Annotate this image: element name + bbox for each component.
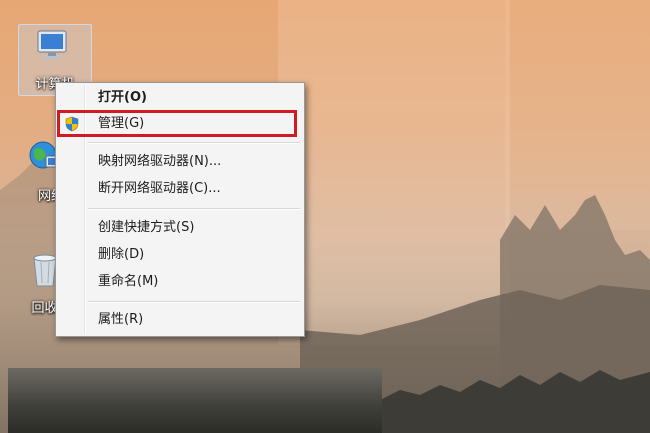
menu-separator	[88, 142, 300, 144]
desktop: 计算机 网络 回收站 打开(O)	[0, 0, 650, 433]
menu-separator	[88, 208, 300, 210]
context-menu: 打开(O) 管理(G) 映射网络驱动器(N)... 断开网络驱动器(C)... …	[55, 82, 305, 337]
menu-item-label: 删除(D)	[98, 247, 145, 262]
menu-item-properties[interactable]: 属性(R)	[58, 309, 302, 331]
menu-item-open[interactable]: 打开(O)	[58, 87, 302, 109]
wallpaper-photo	[8, 368, 382, 433]
computer-icon	[37, 30, 67, 59]
menu-item-rename[interactable]: 重命名(M)	[58, 271, 302, 293]
menu-item-label: 重命名(M)	[98, 274, 159, 289]
menu-separator	[88, 301, 300, 303]
menu-item-delete[interactable]: 删除(D)	[58, 244, 302, 266]
menu-item-label: 创建快捷方式(S)	[98, 220, 195, 235]
menu-item-label: 映射网络驱动器(N)...	[98, 154, 222, 169]
menu-item-label: 属性(R)	[98, 312, 144, 327]
menu-item-disconnect-network-drive[interactable]: 断开网络驱动器(C)...	[58, 178, 302, 200]
menu-item-label: 打开(O)	[98, 90, 147, 105]
menu-item-create-shortcut[interactable]: 创建快捷方式(S)	[58, 217, 302, 239]
menu-item-label: 断开网络驱动器(C)...	[98, 181, 221, 196]
highlight-box	[57, 110, 297, 137]
menu-item-map-network-drive[interactable]: 映射网络驱动器(N)...	[58, 151, 302, 173]
